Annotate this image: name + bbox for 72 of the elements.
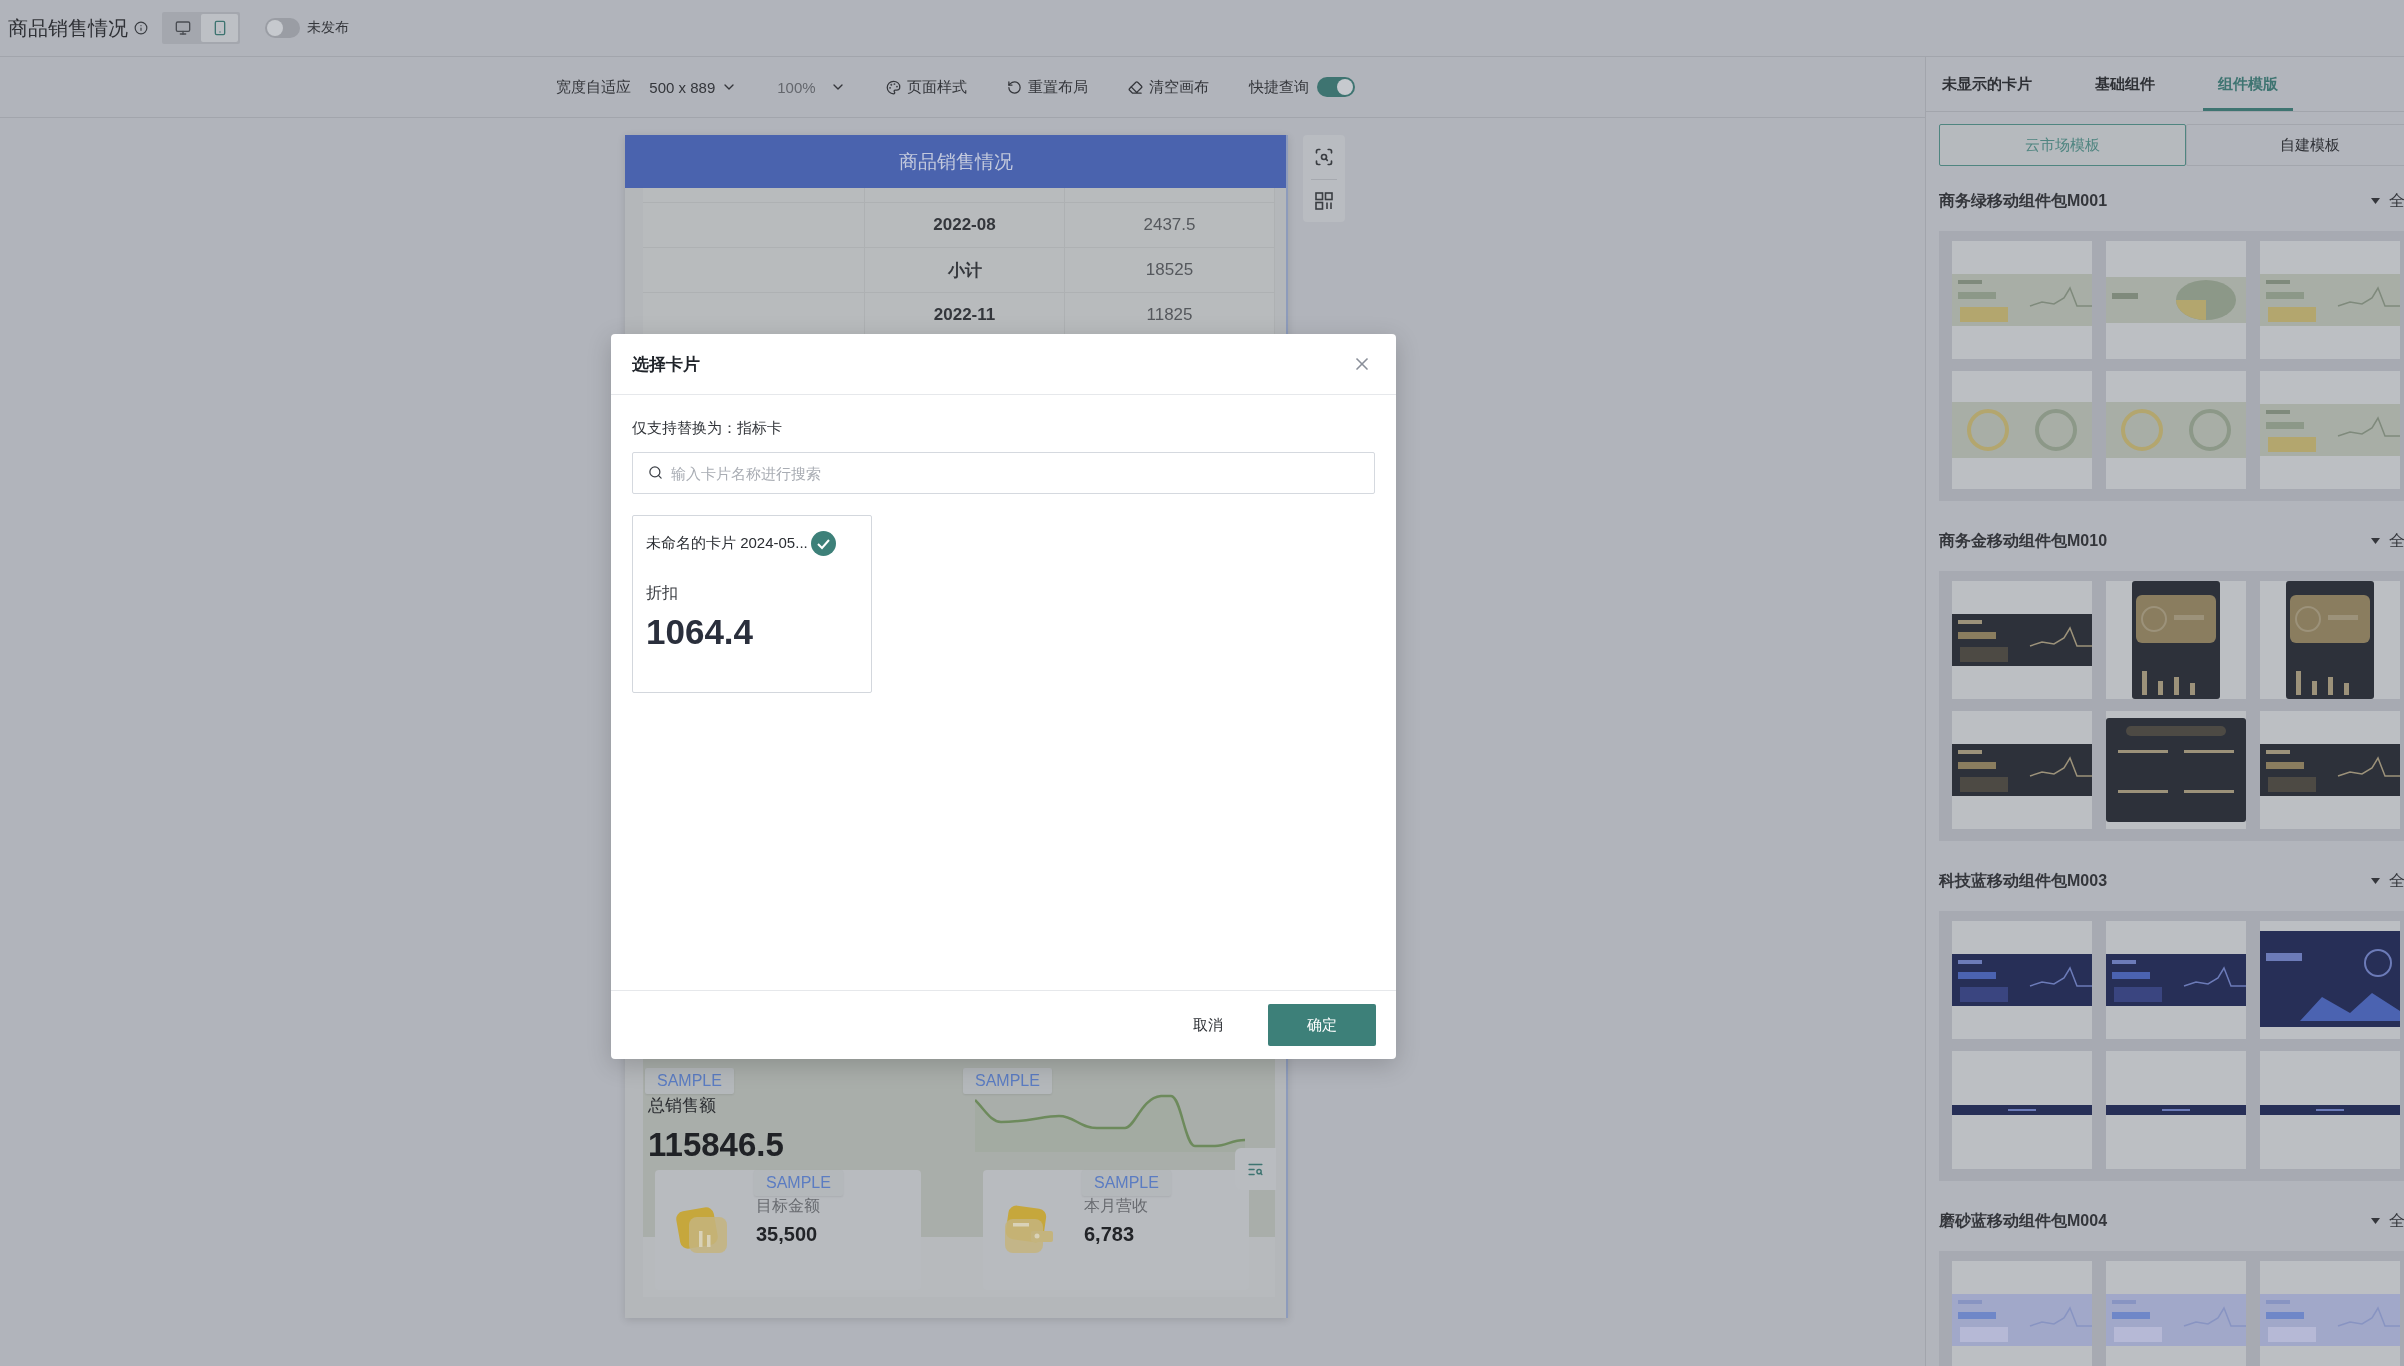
cancel-button[interactable]: 取消 xyxy=(1181,1004,1235,1046)
toolbar-button[interactable]: 页面样式 xyxy=(885,77,967,97)
show-all-link[interactable]: 全 xyxy=(2389,190,2404,212)
width-mode-label: 宽度自适应 xyxy=(556,77,632,97)
card-option-metric: 折扣 xyxy=(646,583,678,603)
info-icon xyxy=(134,21,148,35)
template-card[interactable] xyxy=(2106,581,2246,699)
confirm-button[interactable]: 确定 xyxy=(1268,1004,1376,1046)
kpi-label: 总销售额 xyxy=(648,1095,716,1117)
publish-switch[interactable] xyxy=(265,18,300,38)
template-card[interactable] xyxy=(1952,921,2092,1039)
palette-icon xyxy=(885,79,901,95)
sample-badge: SAMPLE xyxy=(1082,1170,1171,1196)
template-source-tab[interactable]: 自建模板 xyxy=(2186,124,2404,166)
metric-value: 35,500 xyxy=(756,1223,818,1246)
toolbar-button[interactable]: 清空画布 xyxy=(1127,77,1209,97)
card-option-value: 1064.4 xyxy=(646,612,754,652)
metric-value: 6,783 xyxy=(1084,1223,1135,1246)
pack-title: 磨砂蓝移动组件包M004 xyxy=(1939,1210,2108,1231)
layout-button[interactable] xyxy=(1315,192,1333,210)
monitor-icon xyxy=(174,20,191,36)
table-cell: 小计 xyxy=(865,248,1065,293)
sample-badge: SAMPLE xyxy=(754,1170,843,1196)
template-card[interactable] xyxy=(1952,711,2092,829)
dialog-title: 选择卡片 xyxy=(632,353,700,376)
template-card[interactable] xyxy=(2106,921,2246,1039)
template-card[interactable] xyxy=(2106,1051,2246,1169)
template-card[interactable] xyxy=(2260,1051,2400,1169)
page-header-bar: 商品销售情况 xyxy=(625,135,1286,188)
caret-icon[interactable] xyxy=(2371,878,2380,884)
show-all-link[interactable]: 全 xyxy=(2389,530,2404,552)
template-card[interactable] xyxy=(2260,921,2400,1039)
eraser-icon xyxy=(1127,79,1143,95)
toolbar-button[interactable]: 重置布局 xyxy=(1006,77,1088,97)
size-dropdown[interactable]: 500 x 889 xyxy=(649,78,738,96)
pack-title: 商务绿移动组件包M001 xyxy=(1939,190,2108,211)
grid-icon xyxy=(1315,192,1333,210)
mobile-view-button[interactable] xyxy=(201,14,238,42)
preview-search-icon xyxy=(1314,147,1334,167)
card-option[interactable]: 未命名的卡片 2024-05... 折扣 1064.4 xyxy=(632,515,872,693)
sample-badge: SAMPLE xyxy=(645,1068,734,1094)
table-cell: 2022-08 xyxy=(865,203,1065,248)
sample-badge: SAMPLE xyxy=(963,1068,1052,1094)
preview-button[interactable] xyxy=(1314,147,1334,167)
kpi-value: 115846.5 xyxy=(648,1125,784,1165)
panel-tab[interactable]: 基础组件 xyxy=(2080,57,2170,111)
bar-chart-tile-icon xyxy=(675,1205,729,1255)
caret-icon[interactable] xyxy=(2371,538,2380,544)
publish-status-label: 未发布 xyxy=(307,19,349,37)
dialog-hint: 仅支持替换为：指标卡 xyxy=(632,418,782,438)
caret-icon[interactable] xyxy=(2371,198,2380,204)
pack-title: 商务金移动组件包M010 xyxy=(1939,530,2108,551)
template-card[interactable] xyxy=(1952,1051,2092,1169)
metric-label: 本月营收 xyxy=(1084,1196,1148,1216)
card-option-title: 未命名的卡片 2024-05... xyxy=(646,534,808,553)
show-all-link[interactable]: 全 xyxy=(2389,1210,2404,1232)
table-cell: 2437.5 xyxy=(1065,203,1275,248)
caret-icon[interactable] xyxy=(2371,1218,2380,1224)
report-title: 商品销售情况 xyxy=(8,15,128,41)
quick-query-label: 快捷查询 xyxy=(1248,77,1309,97)
template-card[interactable] xyxy=(1952,581,2092,699)
template-card[interactable] xyxy=(2260,711,2400,829)
table-cell: 18525 xyxy=(1065,248,1275,293)
show-all-link[interactable]: 全 xyxy=(2389,870,2404,892)
pack-title: 科技蓝移动组件包M003 xyxy=(1939,870,2108,891)
search-field[interactable]: 输入卡片名称进行搜索 xyxy=(632,452,1375,494)
rotate-left-icon xyxy=(1006,79,1022,95)
quick-query-switch[interactable] xyxy=(1316,77,1355,97)
search-icon xyxy=(648,465,663,480)
panel-tab[interactable]: 未显示的卡片 xyxy=(1927,57,2047,111)
template-card[interactable] xyxy=(2260,581,2400,699)
metric-label: 目标金额 xyxy=(756,1196,820,1216)
